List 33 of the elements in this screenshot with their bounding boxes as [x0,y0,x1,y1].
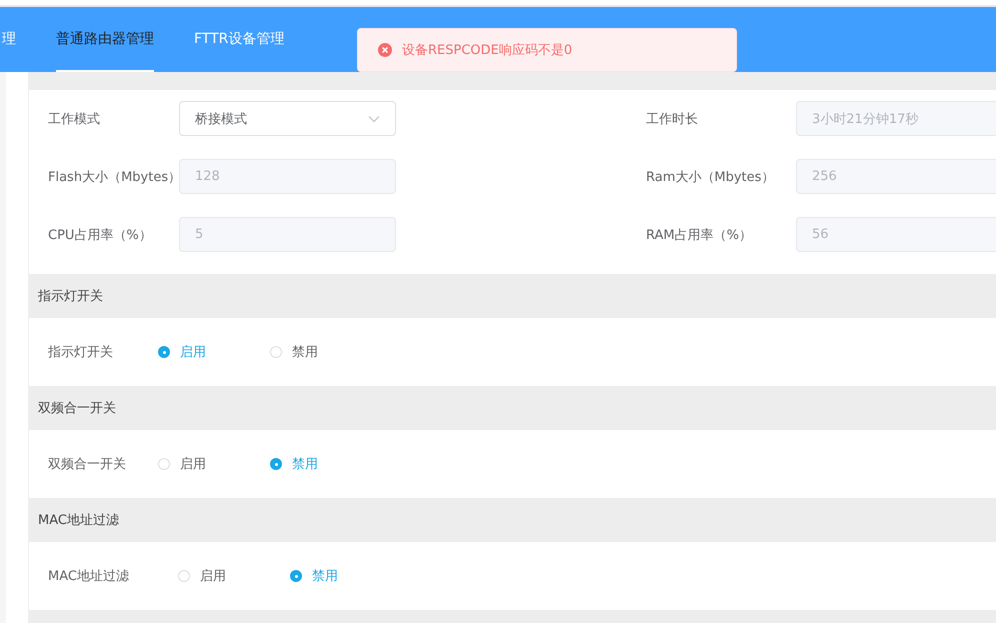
radio-option[interactable]: 禁用 [270,455,382,473]
radio-label: 禁用 [292,456,318,473]
nav-tab[interactable]: FTTR设备管理 [194,7,284,72]
radio-button[interactable] [158,346,170,358]
section-title: 指示灯开关 [38,288,103,305]
radio-option[interactable]: 禁用 [270,343,382,361]
field-label: 工作模式 [47,110,101,128]
radio-button[interactable] [270,458,282,470]
radio-label: 禁用 [292,344,318,361]
field-label: 指示灯开关 [48,344,114,361]
error-icon [378,43,392,57]
section-title: MAC地址过滤 [38,512,119,529]
radio-option[interactable]: 启用 [158,455,270,473]
radio-label: 启用 [180,344,206,361]
section-title: 双频合一开关 [38,400,116,417]
radio-option[interactable]: 禁用 [290,567,402,585]
field-label: RAM占用率（%） [646,226,753,244]
radio-option[interactable]: 启用 [158,343,270,361]
field-label: 双频合一开关 [48,456,127,473]
radio-label: 启用 [180,456,206,473]
field-label: Flash大小（Mbytes） [47,168,179,186]
radio-button[interactable] [290,570,302,582]
field-label: CPU占用率（%） [47,226,153,244]
field-label: 工作时长 [646,110,699,128]
radio-label: 禁用 [312,568,338,585]
chevron-down-icon [368,114,380,122]
radio-option[interactable]: 启用 [178,567,290,585]
field-label: MAC地址过滤 [48,568,130,585]
field-label: Ram大小（Mbytes） [646,168,776,186]
nav-tab[interactable]: 理 [2,7,16,72]
select-field[interactable]: 桥接模式 [179,101,396,136]
radio-label: 启用 [200,568,226,585]
toast-message: 设备RESPCODE响应码不是0 [402,42,572,59]
